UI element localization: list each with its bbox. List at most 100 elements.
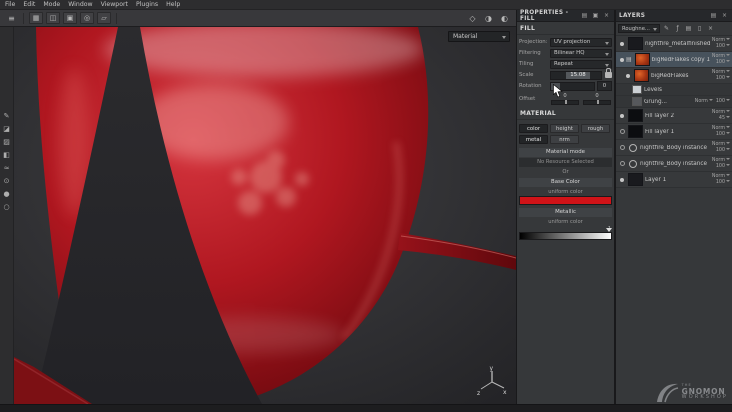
menu-item-mode[interactable]: Mode	[43, 0, 60, 10]
camera-icon[interactable]: ◇	[466, 12, 479, 25]
menu-item-window[interactable]: Window	[68, 0, 92, 10]
panel-menu-icon[interactable]: ▤	[580, 11, 589, 20]
layer-row[interactable]: Fill layer 1 Norm 100	[616, 124, 732, 140]
dock-icon[interactable]: ▣	[591, 11, 600, 20]
menu-item-plugins[interactable]: Plugins	[136, 0, 158, 10]
visibility-eye-icon[interactable]	[618, 161, 626, 166]
mirror-icon[interactable]: ◫	[46, 12, 60, 24]
layer-name: Fill layer 1	[645, 128, 675, 135]
opacity-value[interactable]: 100	[716, 164, 730, 170]
stack-icon[interactable]: ▤	[684, 24, 693, 33]
menu-item-help[interactable]: Help	[166, 0, 180, 10]
quick-mask-tool-icon[interactable]: ○	[1, 202, 12, 212]
projection-tool-icon[interactable]: ▨	[1, 137, 12, 147]
channel-rough-button[interactable]: rough	[581, 124, 610, 133]
smudge-tool-icon[interactable]: ≈	[1, 163, 12, 173]
material-mode-header[interactable]: Material mode	[519, 148, 612, 157]
layer-thumbnail[interactable]	[634, 53, 650, 66]
shading-mode-icon[interactable]: ◑	[482, 12, 495, 25]
opacity-value[interactable]: 100	[716, 148, 730, 154]
slider-notch[interactable]	[564, 99, 567, 104]
application-window: File Edit Mode Window Viewport Plugins H…	[0, 0, 732, 412]
scale-value[interactable]: 15.08	[566, 71, 590, 79]
grid-icon[interactable]: ▦	[29, 12, 43, 24]
layer-thumbnail[interactable]	[634, 69, 649, 82]
layer-row[interactable]: Fill layer 2 Norm 45	[616, 108, 732, 124]
layer-thumbnail[interactable]	[628, 173, 643, 186]
filtering-select[interactable]: Bilinear HQ	[550, 48, 612, 58]
instance-icon	[629, 159, 637, 168]
tiling-select[interactable]: Repeat	[550, 59, 612, 69]
close-icon[interactable]: ×	[720, 11, 729, 20]
panel-menu-icon[interactable]: ▤	[709, 11, 718, 20]
layer-name: nightfire_Body instance	[640, 144, 708, 151]
visibility-eye-icon[interactable]	[618, 129, 626, 134]
material-resource-slot[interactable]: No Resource Selected	[519, 158, 612, 167]
focus-icon[interactable]: ◎	[80, 12, 94, 24]
menu-item-viewport[interactable]: Viewport	[101, 0, 128, 10]
channel-filter-select[interactable]: Roughne...	[618, 24, 660, 33]
paint-tool-icon[interactable]: ✎	[1, 111, 12, 121]
slider-notch[interactable]	[596, 99, 599, 104]
menu-item-edit[interactable]: Edit	[23, 0, 35, 10]
opacity-value[interactable]: 100	[716, 76, 730, 82]
layer-thumbnail[interactable]	[628, 125, 643, 138]
layer-thumbnail[interactable]	[628, 109, 643, 122]
shading-mode-select[interactable]: Material	[448, 31, 510, 42]
layer-row[interactable]: nightfire_Body instance Norm 100	[616, 156, 732, 172]
viewport[interactable]: Material y x z	[14, 27, 516, 404]
layer-row[interactable]: Layer 1 Norm 100	[616, 172, 732, 188]
base-color-header[interactable]: Base Color	[519, 178, 612, 187]
render-mode-icon[interactable]: ◐	[498, 12, 511, 25]
lock-icon[interactable]	[605, 68, 612, 78]
projection-select[interactable]: UV projection	[550, 37, 612, 47]
opacity-value[interactable]: 100	[716, 60, 730, 66]
visibility-eye-icon[interactable]	[618, 114, 626, 118]
opacity-value[interactable]: 45	[719, 116, 730, 122]
delete-icon[interactable]: ×	[706, 24, 715, 33]
opacity-value[interactable]: 100	[716, 180, 730, 186]
layer-row-selected[interactable]: ▤ bigRedFlakes copy 1 Norm 100	[616, 52, 732, 68]
eraser-tool-icon[interactable]: ◪	[1, 124, 12, 134]
perspective-icon[interactable]: ▱	[97, 12, 111, 24]
axis-gizmo[interactable]: y x z	[476, 366, 508, 398]
mask-icon[interactable]: ▯	[695, 24, 704, 33]
layer-thumbnail[interactable]	[628, 37, 643, 50]
layer-row[interactable]: nightfire_metalfinished Norm 100	[616, 36, 732, 52]
snap-icon[interactable]: ▣	[63, 12, 77, 24]
close-icon[interactable]: ×	[602, 11, 611, 20]
metallic-header[interactable]: Metallic	[519, 208, 612, 217]
visibility-eye-icon[interactable]	[618, 42, 626, 46]
base-color-swatch[interactable]	[519, 196, 612, 205]
gradient-handle-icon[interactable]	[606, 228, 612, 232]
channel-height-button[interactable]: height	[550, 124, 579, 133]
material-picker-tool-icon[interactable]: ●	[1, 189, 12, 199]
opacity-value[interactable]: 100	[716, 132, 730, 138]
brush-icon[interactable]: ✎	[662, 24, 671, 33]
metallic-gradient-slider[interactable]	[519, 228, 612, 240]
effects-icon[interactable]: ƒ	[673, 24, 682, 33]
layer-name: nightfire_metalfinished	[645, 40, 711, 47]
menubar: File Edit Mode Window Viewport Plugins H…	[0, 0, 732, 10]
layer-effect-row[interactable]: Grung... Norm 100	[616, 96, 732, 108]
opacity-value[interactable]: 100	[716, 99, 730, 105]
scale-slider[interactable]: 15.08	[550, 70, 602, 80]
layer-row[interactable]: nightfire_Body instance Norm 100	[616, 140, 732, 156]
layer-row[interactable]: bigRedFlakes Norm 100	[616, 68, 732, 84]
offset-v-slider[interactable]: 0	[582, 93, 612, 105]
visibility-eye-icon[interactable]	[618, 58, 626, 62]
clone-tool-icon[interactable]: ⊙	[1, 176, 12, 186]
rotation-value[interactable]: 0	[597, 81, 612, 91]
channel-nrm-button[interactable]: nrm	[550, 135, 579, 144]
channel-color-button[interactable]: color	[519, 124, 548, 133]
visibility-eye-icon[interactable]	[618, 178, 626, 182]
blend-mode[interactable]: Norm	[695, 99, 713, 105]
layer-effect-row[interactable]: Levels	[616, 84, 732, 96]
channel-metal-button[interactable]: metal	[519, 135, 548, 144]
opacity-value[interactable]: 100	[716, 44, 730, 50]
main-menu-icon[interactable]: ≡	[5, 12, 18, 25]
menu-item-file[interactable]: File	[5, 0, 15, 10]
visibility-eye-icon[interactable]	[624, 74, 632, 78]
polygon-fill-tool-icon[interactable]: ◧	[1, 150, 12, 160]
visibility-eye-icon[interactable]	[618, 145, 626, 150]
